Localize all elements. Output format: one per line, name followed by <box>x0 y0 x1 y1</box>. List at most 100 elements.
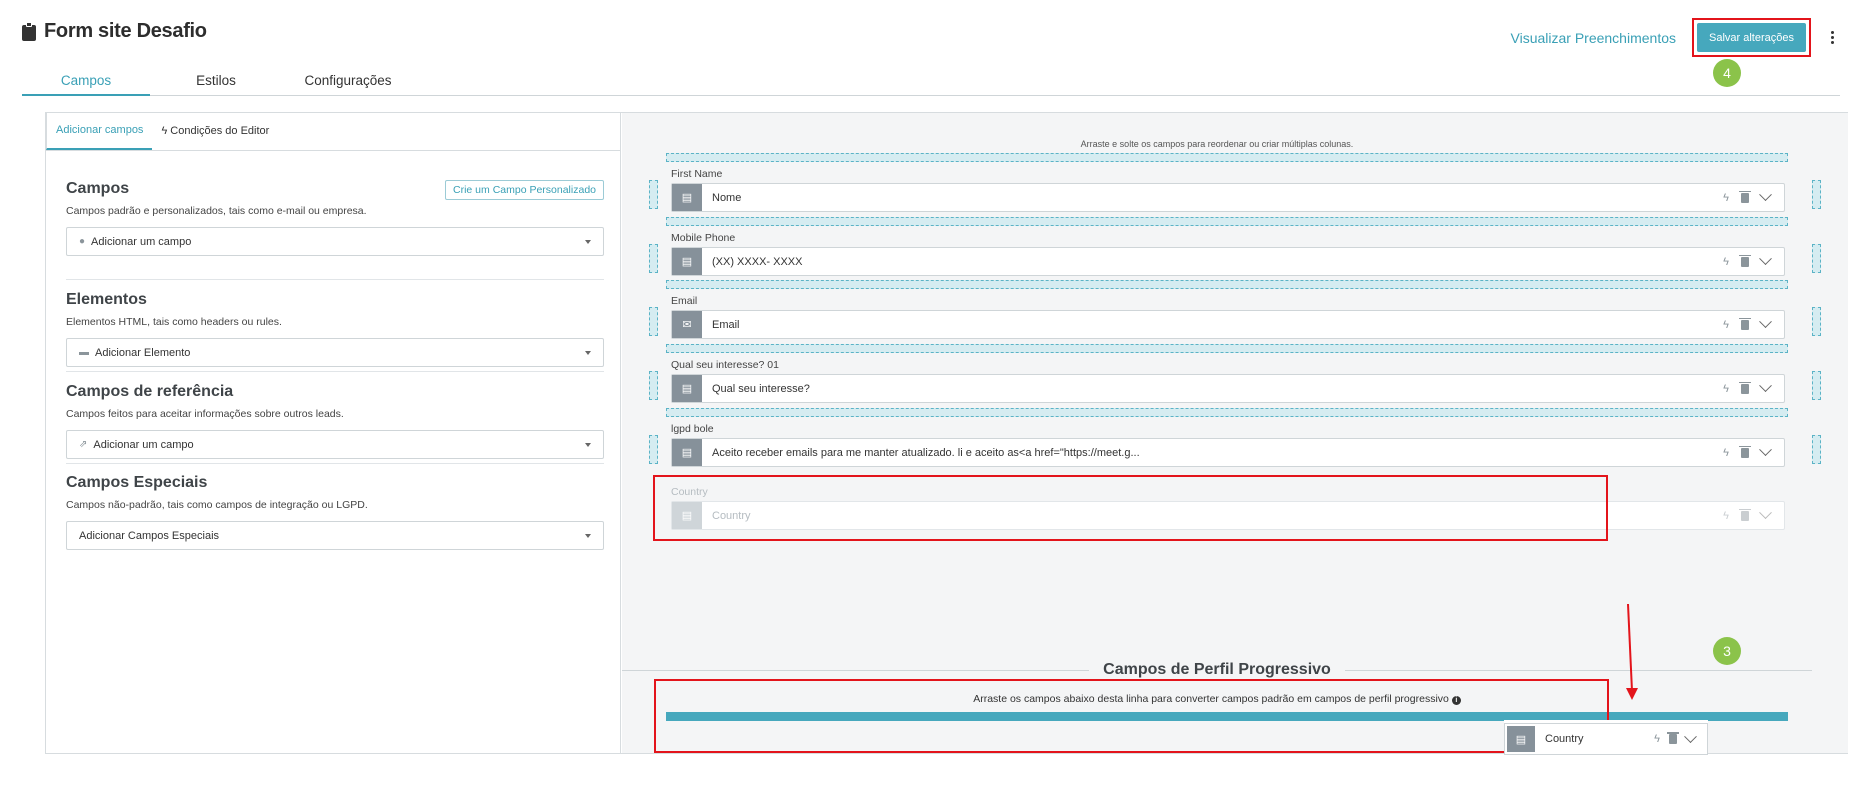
field-actions: ϟ <box>1723 443 1784 459</box>
drop-zone[interactable] <box>649 435 658 464</box>
field-placeholder: Qual seu interesse? <box>712 382 810 395</box>
progressive-zone-highlight <box>654 679 1609 753</box>
trash-icon <box>1739 508 1751 521</box>
left-tabs: Adicionar campos ϟ Condições do Editor <box>46 112 621 151</box>
tab-editor-conditions-label: Condições do Editor <box>170 125 270 137</box>
view-submissions-link[interactable]: Visualizar Preenchimentos <box>1511 30 1677 46</box>
share-icon: ⇗ <box>79 439 88 450</box>
form-canvas: Arraste e solte os campos para reordenar… <box>622 113 1848 753</box>
section-description: Campos padrão e personalizados, tais com… <box>66 205 367 217</box>
drop-zone[interactable] <box>649 371 658 400</box>
field-label: First Name <box>671 168 723 180</box>
drag-card-label: Country <box>1545 733 1584 745</box>
field-label: Qual seu interesse? 01 <box>671 359 779 371</box>
section-reference-fields: Campos de referência Campos feitos para … <box>66 383 604 459</box>
chevron-down-icon[interactable] <box>1759 315 1772 329</box>
create-custom-field-button[interactable]: Crie um Campo Personalizado <box>445 180 604 200</box>
field-actions: ϟ <box>1723 315 1784 331</box>
field-row-email[interactable]: ✉ Email ϟ <box>671 310 1785 339</box>
bolt-icon[interactable]: ϟ <box>1723 447 1729 459</box>
field-label: Mobile Phone <box>671 232 736 244</box>
drop-zone[interactable] <box>649 180 658 209</box>
bolt-icon[interactable]: ϟ <box>1654 733 1660 745</box>
chevron-down-icon[interactable] <box>1684 729 1697 743</box>
field-label: Email <box>671 295 698 307</box>
more-options-icon[interactable] <box>1827 31 1837 44</box>
add-special-fields-select[interactable]: Adicionar Campos Especiais <box>66 521 604 550</box>
header-actions: Visualizar Preenchimentos Salvar alteraç… <box>1511 18 1838 57</box>
main-tabs: Campos Estilos Configurações <box>22 66 1840 96</box>
clipboard-icon <box>22 22 36 41</box>
trash-icon[interactable] <box>1739 254 1751 267</box>
divider <box>66 371 604 372</box>
section-campos: Campos Crie um Campo Personalizado Campo… <box>66 180 604 256</box>
tab-campos[interactable]: Campos <box>22 66 150 96</box>
trash-icon[interactable] <box>1667 732 1679 744</box>
field-id-icon: ▤ <box>672 248 702 275</box>
drop-zone[interactable] <box>649 307 658 336</box>
field-row-mobile-phone[interactable]: ▤ (XX) XXXX- XXXX ϟ <box>671 247 1785 276</box>
left-sidebar: Adicionar campos ϟ Condições do Editor C… <box>46 112 621 753</box>
drop-zone[interactable] <box>1812 307 1821 336</box>
add-reference-field-select-label: Adicionar um campo <box>93 438 194 451</box>
bolt-icon[interactable]: ϟ <box>1723 192 1729 204</box>
drop-zone[interactable] <box>666 217 1788 226</box>
ghost-field-highlight <box>653 475 1608 541</box>
section-title: Campos de referência <box>66 383 234 400</box>
section-description: Campos não-padrão, tais como campos de i… <box>66 499 368 511</box>
field-row-first-name[interactable]: ▤ Nome ϟ <box>671 183 1785 212</box>
drop-zone[interactable] <box>649 244 658 273</box>
chevron-down-icon[interactable] <box>1759 379 1772 393</box>
chevron-down-icon[interactable] <box>1759 252 1772 266</box>
drop-zone[interactable] <box>666 344 1788 353</box>
add-field-select-label: Adicionar um campo <box>91 235 192 248</box>
dragging-country-field[interactable]: ▤ Country ϟ <box>1504 723 1708 755</box>
trash-icon[interactable] <box>1739 381 1751 394</box>
field-id-icon: ▤ <box>672 439 702 466</box>
tab-add-fields[interactable]: Adicionar campos <box>46 112 153 150</box>
section-description: Elementos HTML, tais como headers ou rul… <box>66 316 282 328</box>
bolt-icon[interactable]: ϟ <box>1723 319 1729 331</box>
bolt-icon[interactable]: ϟ <box>1723 383 1729 395</box>
save-button[interactable]: Salvar alterações <box>1697 23 1806 52</box>
trash-icon[interactable] <box>1739 445 1751 458</box>
step-badge-drag: 3 <box>1713 637 1741 665</box>
add-special-fields-select-label: Adicionar Campos Especiais <box>79 529 220 542</box>
bolt-icon: ϟ <box>161 125 168 137</box>
drop-zone[interactable] <box>666 280 1788 289</box>
element-icon: ▬ <box>79 347 89 358</box>
add-element-select[interactable]: ▬ Adicionar Elemento <box>66 338 604 367</box>
drop-zone[interactable] <box>1812 371 1821 400</box>
section-title: Elementos <box>66 291 147 308</box>
add-reference-field-select[interactable]: ⇗ Adicionar um campo <box>66 430 604 459</box>
drop-zone[interactable] <box>666 408 1788 417</box>
field-actions: ϟ <box>1654 729 1707 745</box>
chevron-down-icon[interactable] <box>1759 188 1772 202</box>
field-row-lgpd[interactable]: ▤ Aceito receber emails para me manter a… <box>671 438 1785 467</box>
tab-configuracoes[interactable]: Configurações <box>282 66 414 96</box>
add-field-select[interactable]: ● Adicionar um campo <box>66 227 604 256</box>
divider <box>66 463 604 464</box>
field-row-interest[interactable]: ▤ Qual seu interesse? ϟ <box>671 374 1785 403</box>
field-placeholder: Nome <box>712 191 742 204</box>
field-placeholder: (XX) XXXX- XXXX <box>712 255 803 268</box>
drop-zone[interactable] <box>1812 180 1821 209</box>
field-id-icon: ▤ <box>672 375 702 402</box>
trash-icon[interactable] <box>1739 317 1751 330</box>
drop-zone[interactable] <box>1812 435 1821 464</box>
field-id-icon: ▤ <box>1507 726 1535 752</box>
bolt-icon[interactable]: ϟ <box>1723 256 1729 268</box>
bolt-icon: ϟ <box>1723 509 1729 522</box>
tab-editor-conditions[interactable]: ϟ Condições do Editor <box>152 112 278 150</box>
drop-zone[interactable] <box>666 153 1788 162</box>
field-placeholder: Aceito receber emails para me manter atu… <box>712 446 1140 459</box>
tab-estilos[interactable]: Estilos <box>150 66 282 96</box>
progressive-title-text: Campos de Perfil Progressivo <box>1089 661 1345 678</box>
caret-down-icon <box>585 240 591 244</box>
caret-down-icon <box>585 351 591 355</box>
trash-icon[interactable] <box>1739 190 1751 203</box>
chevron-down-icon[interactable] <box>1759 443 1772 457</box>
drop-zone[interactable] <box>1812 244 1821 273</box>
field-actions: ϟ <box>1723 252 1784 268</box>
section-title: Campos Especiais <box>66 474 208 491</box>
